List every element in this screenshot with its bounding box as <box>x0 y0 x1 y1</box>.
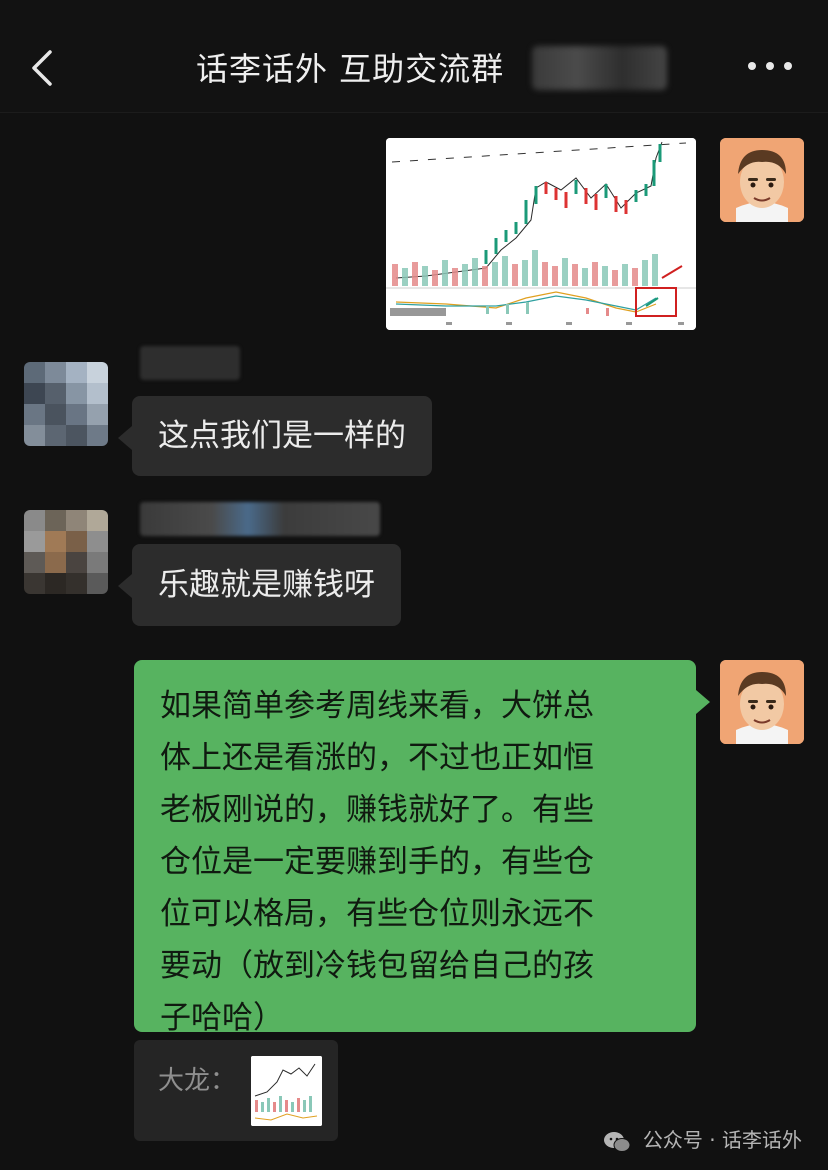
message-line: 子哈哈） <box>160 1000 284 1036</box>
my-avatar[interactable] <box>720 138 804 222</box>
cartoon-face-avatar-icon <box>720 660 804 744</box>
message-bubble[interactable]: 这点我们是一样的 <box>118 396 432 476</box>
message-line: 体上还是看涨的，不过也正如恒 <box>160 740 594 776</box>
quoted-image-thumbnail[interactable] <box>251 1056 322 1126</box>
redacted-title-suffix <box>532 46 667 90</box>
message-bubble-mine[interactable]: 如果简单参考周线来看，大饼总 体上还是看涨的，不过也正如恒 老板刚说的，赚钱就好… <box>134 660 710 1036</box>
message-line: 位可以格局，有些仓位则永远不 <box>160 896 594 932</box>
message-text: 这点我们是一样的 <box>158 418 406 454</box>
quote-sender: 大龙： <box>158 1066 237 1096</box>
cartoon-face-avatar-icon <box>720 138 804 222</box>
message-bubble[interactable]: 乐趣就是赚钱呀 <box>118 544 401 626</box>
quoted-message[interactable]: 大龙： <box>134 1040 338 1141</box>
wechat-icon <box>603 1131 631 1152</box>
message-line: 仓位是一定要赚到手的，有些仓 <box>160 844 594 880</box>
more-dots-icon <box>748 62 756 70</box>
redacted-member-name <box>140 346 240 380</box>
chat-header: 话李话外 互助交流群 <box>0 0 828 113</box>
watermark-text: 公众号 · 话李话外 <box>642 1128 802 1152</box>
message-text: 乐趣就是赚钱呀 <box>158 567 375 603</box>
redacted-member-name <box>140 502 380 536</box>
message-line: 老板刚说的，赚钱就好了。有些 <box>160 792 594 828</box>
member-avatar[interactable] <box>24 362 108 446</box>
message-line: 如果简单参考周线来看，大饼总 <box>160 688 594 724</box>
chevron-left-icon <box>32 50 52 86</box>
chat-title: 话李话外 互助交流群 <box>196 50 505 88</box>
candlestick-chart-thumbnail <box>386 138 696 330</box>
chart-image-message[interactable] <box>386 138 696 330</box>
back-button[interactable] <box>22 38 70 98</box>
watermark: 公众号 · 话李话外 <box>603 1124 802 1153</box>
member-avatar[interactable] <box>24 510 108 594</box>
more-button[interactable] <box>742 52 798 80</box>
my-avatar[interactable] <box>720 660 804 744</box>
message-line: 要动（放到冷钱包留给自己的孩 <box>160 948 594 984</box>
